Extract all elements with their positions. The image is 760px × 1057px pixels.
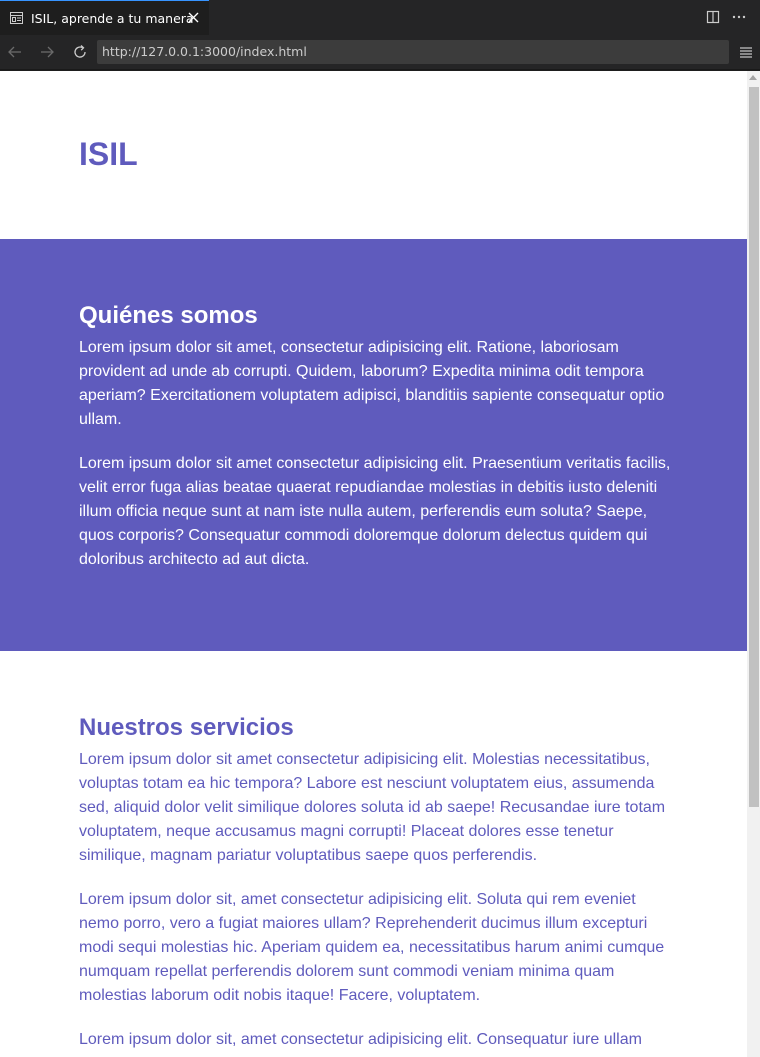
url-input[interactable]: http://127.0.0.1:3000/index.html <box>97 40 729 64</box>
more-actions-icon[interactable] <box>732 10 746 24</box>
page-viewport: ISIL Quiénes somos Lorem ipsum dolor sit… <box>0 71 747 1057</box>
vertical-scrollbar[interactable] <box>747 71 760 1057</box>
tab-bar: ISIL, aprende a tu manera <box>0 0 760 35</box>
scrollbar-thumb[interactable] <box>749 87 759 807</box>
site-header: ISIL <box>0 71 747 239</box>
services-heading: Nuestros servicios <box>79 714 294 741</box>
navigation-bar: http://127.0.0.1:3000/index.html <box>0 35 760 70</box>
services-paragraph: Lorem ipsum dolor sit, amet consectetur … <box>79 891 665 1004</box>
browser-preview-icon <box>10 12 23 24</box>
services-paragraph: Lorem ipsum dolor sit amet consectetur a… <box>79 751 666 864</box>
tab-active[interactable]: ISIL, aprende a tu manera <box>0 0 209 35</box>
about-section: Quiénes somos Lorem ipsum dolor sit amet… <box>0 239 747 651</box>
back-icon[interactable] <box>7 44 23 60</box>
split-editor-icon[interactable] <box>706 10 720 24</box>
menu-icon[interactable] <box>738 44 754 60</box>
about-paragraph: Lorem ipsum dolor sit amet consectetur a… <box>79 455 671 568</box>
scroll-up-icon[interactable] <box>749 75 757 80</box>
reload-icon[interactable] <box>72 44 88 60</box>
forward-icon[interactable] <box>39 44 55 60</box>
services-section: Nuestros servicios Lorem ipsum dolor sit… <box>0 651 747 1057</box>
close-icon[interactable] <box>188 12 199 23</box>
services-paragraph: Lorem ipsum dolor sit, amet consectetur … <box>79 1031 642 1048</box>
tab-title: ISIL, aprende a tu manera <box>31 11 194 26</box>
brand-title: ISIL <box>79 136 138 172</box>
about-heading: Quiénes somos <box>79 302 258 329</box>
about-paragraph: Lorem ipsum dolor sit amet, consectetur … <box>79 339 665 428</box>
